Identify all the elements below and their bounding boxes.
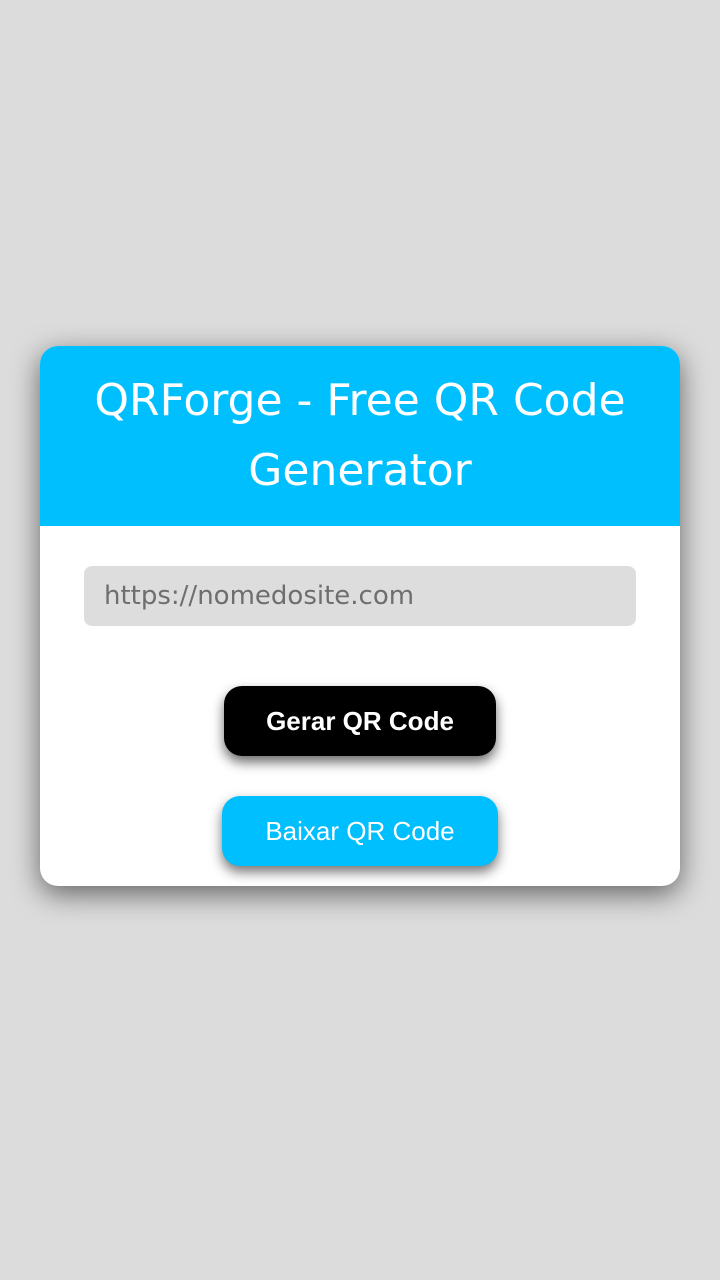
url-input[interactable] <box>84 566 636 626</box>
generate-qr-button[interactable]: Gerar QR Code <box>224 686 496 756</box>
download-qr-button[interactable]: Baixar QR Code <box>222 796 498 866</box>
page-title: QRForge - Free QR Code Generator <box>94 375 626 496</box>
card-header: QRForge - Free QR Code Generator <box>40 346 680 526</box>
generator-card: QRForge - Free QR Code Generator Gerar Q… <box>40 346 680 886</box>
